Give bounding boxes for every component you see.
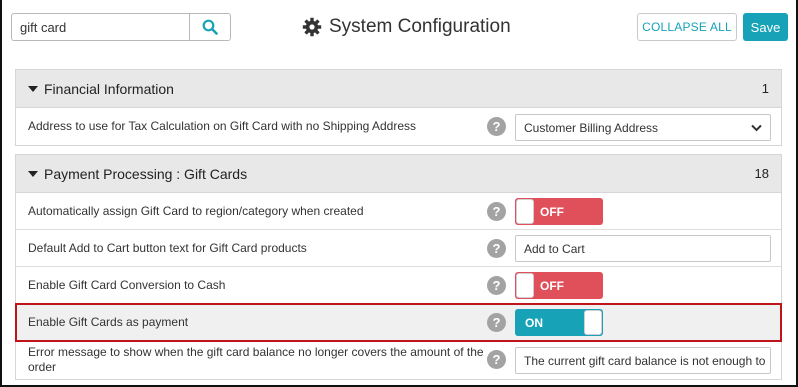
- setting-row: Address to use for Tax Calculation on Gi…: [16, 108, 781, 145]
- page-title: System Configuration: [329, 16, 511, 37]
- tax-address-select[interactable]: Customer Billing Address: [515, 114, 771, 141]
- collapse-all-button[interactable]: COLLAPSE ALL: [637, 13, 737, 41]
- help-icon[interactable]: ?: [487, 276, 506, 295]
- search-input[interactable]: [12, 14, 190, 40]
- header: System Configuration COLLAPSE ALL Save: [0, 0, 798, 56]
- auto-assign-toggle[interactable]: OFF: [515, 198, 603, 225]
- setting-label: Default Add to Cart button text for Gift…: [28, 241, 307, 255]
- section-header[interactable]: Financial Information 1: [16, 70, 781, 108]
- toggle-knob: [584, 310, 602, 335]
- toggle-state: OFF: [540, 278, 564, 293]
- caret-down-icon: [28, 86, 38, 92]
- toggle-knob: [516, 273, 534, 298]
- toggle-state: OFF: [540, 204, 564, 219]
- search-button[interactable]: [189, 14, 230, 40]
- toggle-state: ON: [525, 315, 543, 330]
- gear-icon: [302, 17, 322, 37]
- help-icon[interactable]: ?: [487, 239, 506, 258]
- setting-row: Automatically assign Gift Card to region…: [16, 193, 781, 230]
- help-icon[interactable]: ?: [487, 202, 506, 221]
- section-count: 18: [754, 166, 769, 181]
- section-financial-information: Financial Information 1 Address to use f…: [15, 69, 782, 146]
- setting-label: Address to use for Tax Calculation on Gi…: [28, 119, 416, 133]
- help-icon[interactable]: ?: [487, 350, 506, 369]
- setting-row: Enable Gift Card Conversion to Cash ? OF…: [16, 267, 781, 304]
- setting-label: Error message to show when the gift card…: [28, 344, 484, 374]
- conversion-to-cash-toggle[interactable]: OFF: [515, 272, 603, 299]
- section-count: 1: [761, 81, 769, 96]
- add-to-cart-text-field[interactable]: [515, 235, 771, 262]
- save-button[interactable]: Save: [743, 13, 788, 41]
- section-title: Financial Information: [44, 80, 174, 97]
- section-header[interactable]: Payment Processing : Gift Cards 18: [16, 155, 781, 193]
- setting-row: Error message to show when the gift card…: [16, 341, 781, 379]
- section-payment-processing-gift-cards: Payment Processing : Gift Cards 18 Autom…: [15, 154, 782, 380]
- setting-label: Enable Gift Cards as payment: [28, 315, 189, 329]
- help-icon[interactable]: ?: [487, 117, 506, 136]
- page-title-group: System Configuration: [302, 14, 511, 40]
- balance-error-message-field[interactable]: [515, 347, 771, 374]
- setting-row: Default Add to Cart button text for Gift…: [16, 230, 781, 267]
- select-value: Customer Billing Address: [524, 120, 659, 135]
- search-box: [11, 13, 231, 41]
- help-icon[interactable]: ?: [487, 313, 506, 332]
- search-icon: [202, 19, 218, 35]
- setting-row-highlighted: Enable Gift Cards as payment ? ON: [15, 303, 782, 342]
- gift-cards-payment-toggle[interactable]: ON: [515, 309, 603, 336]
- chevron-down-icon: [751, 124, 762, 132]
- setting-label: Enable Gift Card Conversion to Cash: [28, 278, 226, 292]
- caret-down-icon: [28, 171, 38, 177]
- toggle-knob: [516, 199, 534, 224]
- section-title: Payment Processing : Gift Cards: [44, 165, 248, 182]
- setting-label: Automatically assign Gift Card to region…: [28, 204, 364, 218]
